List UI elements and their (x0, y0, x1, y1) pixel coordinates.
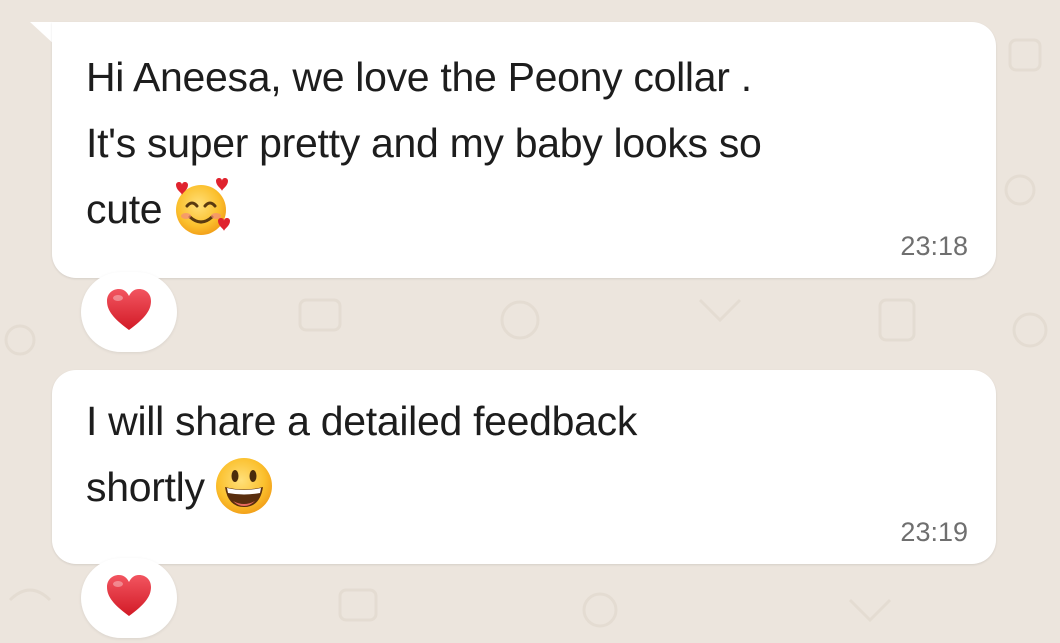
message-line-text: shortly (86, 464, 205, 510)
grinning-face-icon (215, 458, 272, 515)
message-text: Hi Aneesa, we love the Peony collar . It… (86, 44, 976, 242)
message-text: I will share a detailed feedback shortly (86, 388, 976, 520)
message-bubble[interactable]: Hi Aneesa, we love the Peony collar . It… (52, 22, 996, 278)
heart-icon (107, 289, 151, 330)
message-timestamp: 23:19 (900, 517, 968, 547)
heart-icon (107, 575, 151, 616)
reaction-badge[interactable] (81, 558, 177, 638)
message-line: shortly (86, 454, 976, 520)
message-timestamp: 23:18 (900, 231, 968, 261)
message-line: cute (86, 176, 976, 242)
message-line-text: cute (86, 186, 163, 232)
smiling-face-with-hearts-icon (176, 178, 231, 236)
message-line: It's super pretty and my baby looks so (86, 120, 762, 166)
message-line: I will share a detailed feedback (86, 398, 638, 444)
message-bubble[interactable]: I will share a detailed feedback shortly… (52, 370, 996, 564)
reaction-badge[interactable] (81, 272, 177, 352)
message-line: Hi Aneesa, we love the Peony collar . (86, 54, 752, 100)
